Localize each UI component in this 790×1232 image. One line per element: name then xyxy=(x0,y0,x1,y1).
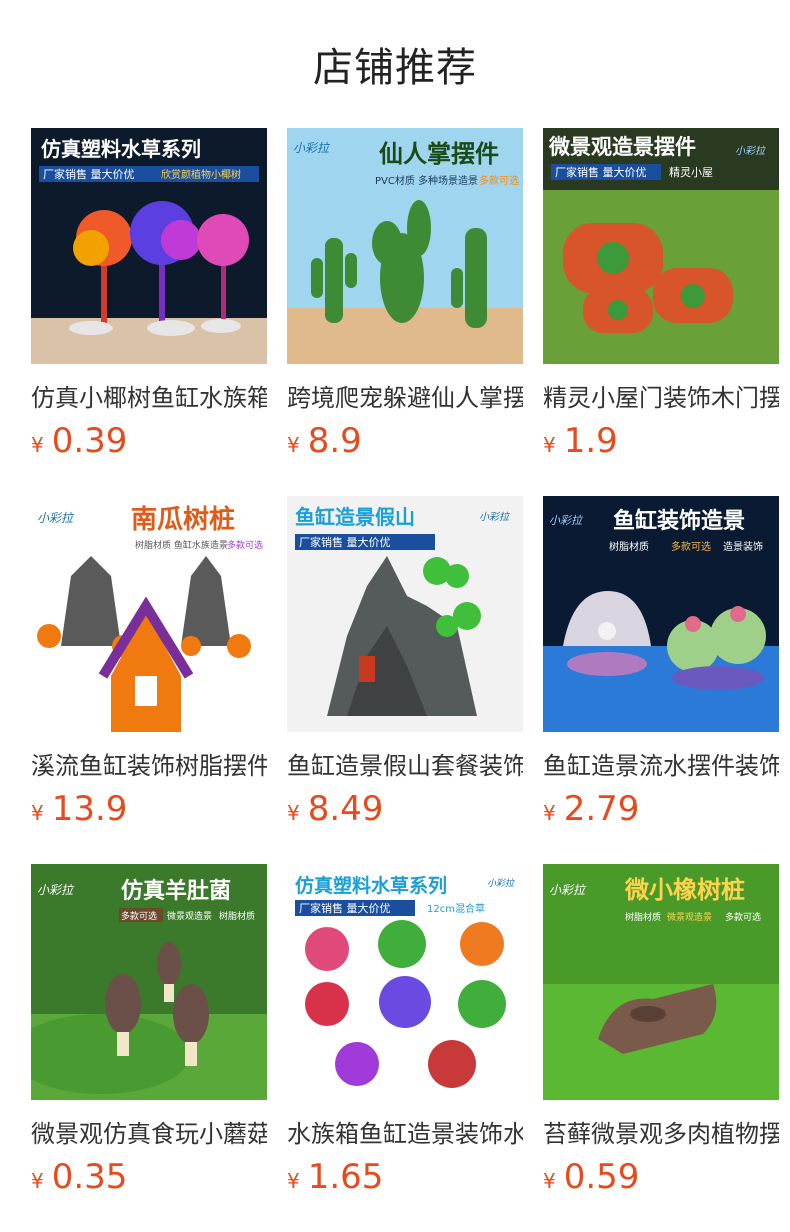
banner-subtitle: 树脂材质 xyxy=(219,910,255,922)
brand-logo: 小彩拉 xyxy=(37,511,75,525)
banner-subtitle: 造景装饰 xyxy=(723,540,763,553)
banner-subtitle: 厂家销售 量大价优 xyxy=(299,535,391,549)
product-price: ¥ 8.49 xyxy=(287,789,523,829)
brand-logo: 小彩拉 xyxy=(487,878,515,889)
currency-symbol: ¥ xyxy=(287,1169,300,1193)
price-amount: 0.35 xyxy=(51,1157,128,1197)
product-price: ¥ 0.35 xyxy=(31,1157,267,1197)
product-price: ¥ 13.9 xyxy=(31,789,267,829)
banner-subtitle: 多款可选 xyxy=(479,174,519,187)
product-card[interactable]: 微景观造景摆件 小彩拉 厂家销售 量大价优 精灵小屋 精灵小屋门装饰木门摆件 xyxy=(543,128,779,461)
currency-symbol: ¥ xyxy=(31,1169,44,1193)
banner-headline: 微景观造景摆件 xyxy=(548,135,696,159)
product-image[interactable]: 小彩拉 仿真羊肚菌 多款可选 微景观造景 树脂材质 xyxy=(31,864,267,1100)
banner-headline: 南瓜树桩 xyxy=(131,504,235,535)
product-card[interactable]: 仿真塑料水草系列 厂家销售 量大价优 欣赏颜植物小椰树 仿真小椰树鱼缸水族箱 ¥… xyxy=(31,128,267,461)
product-name[interactable]: 仿真小椰树鱼缸水族箱造景装饰 xyxy=(31,378,267,413)
banner-subtitle: 厂家销售 量大价优 xyxy=(43,167,135,181)
brand-logo: 小彩拉 xyxy=(549,514,584,527)
product-name[interactable]: 鱼缸造景假山套餐装饰 xyxy=(287,746,523,781)
product-name[interactable]: 溪流鱼缸装饰树脂摆件 xyxy=(31,746,267,781)
product-image[interactable]: 小彩拉 微小橡树桩 树脂材质 微景观造景 多款可选 xyxy=(543,864,779,1100)
price-amount: 8.9 xyxy=(307,421,362,461)
product-card[interactable]: 仿真塑料水草系列 小彩拉 厂家销售 量大价优 12cm混合草 水族箱鱼缸造景装饰… xyxy=(287,864,523,1197)
banner-subtitle: 欣赏颜植物小椰树 xyxy=(161,168,241,181)
banner-subtitle: 多款可选 xyxy=(121,910,157,922)
product-card[interactable]: 小彩拉 仿真羊肚菌 多款可选 微景观造景 树脂材质 微景观仿真食玩小蘑菇 ¥ 0… xyxy=(31,864,267,1197)
brand-logo: 小彩拉 xyxy=(37,883,75,897)
currency-symbol: ¥ xyxy=(543,433,556,457)
product-image[interactable]: 鱼缸造景假山 小彩拉 厂家销售 量大价优 xyxy=(287,496,523,732)
product-image[interactable]: 小彩拉 南瓜树桩 树脂材质 鱼缸水族造景 多款可选 xyxy=(31,496,267,732)
product-image[interactable]: 小彩拉 仙人掌摆件 PVC材质 多种场景造景 多款可选 xyxy=(287,128,523,364)
product-name[interactable]: 鱼缸造景流水摆件装饰 xyxy=(543,746,779,781)
banner-headline: 仿真塑料水草系列 xyxy=(295,874,447,897)
brand-logo: 小彩拉 xyxy=(293,141,331,155)
banner-subtitle: 厂家销售 量大价优 xyxy=(299,901,391,915)
product-price: ¥ 0.59 xyxy=(543,1157,779,1197)
banner-subtitle: PVC材质 多种场景造景 xyxy=(375,174,478,187)
product-name[interactable]: 微景观仿真食玩小蘑菇 xyxy=(31,1114,267,1149)
banner-subtitle: 多款可选 xyxy=(227,539,263,551)
product-price: ¥ 0.39 xyxy=(31,421,267,461)
brand-logo: 小彩拉 xyxy=(549,883,587,897)
currency-symbol: ¥ xyxy=(287,801,300,825)
banner-headline: 仙人掌摆件 xyxy=(379,140,499,168)
banner-subtitle: 树脂材质 xyxy=(609,540,649,553)
product-price: ¥ 2.79 xyxy=(543,789,779,829)
price-amount: 0.39 xyxy=(51,421,128,461)
banner-headline: 鱼缸装饰造景 xyxy=(613,508,745,534)
product-image[interactable]: 微景观造景摆件 小彩拉 厂家销售 量大价优 精灵小屋 xyxy=(543,128,779,364)
product-price: ¥ 1.65 xyxy=(287,1157,523,1197)
product-image[interactable]: 仿真塑料水草系列 厂家销售 量大价优 欣赏颜植物小椰树 xyxy=(31,128,267,364)
price-amount: 1.9 xyxy=(563,421,618,461)
product-card[interactable]: 小彩拉 鱼缸装饰造景 树脂材质 多款可选 造景装饰 鱼缸造景流水摆件装饰 ¥ 2… xyxy=(543,496,779,829)
currency-symbol: ¥ xyxy=(31,433,44,457)
page-title: 店铺推荐 xyxy=(313,45,477,91)
banner-subtitle: 微景观造景 xyxy=(667,911,712,923)
banner-headline: 仿真塑料水草系列 xyxy=(41,137,201,161)
product-card[interactable]: 小彩拉 南瓜树桩 树脂材质 鱼缸水族造景 多款可选 溪流鱼缸装饰树脂摆件 ¥ 1… xyxy=(31,496,267,829)
banner-headline: 鱼缸造景假山 xyxy=(295,505,415,529)
product-name[interactable]: 苔藓微景观多肉植物摆件 xyxy=(543,1114,779,1149)
banner-subtitle: 多款可选 xyxy=(671,540,711,553)
price-amount: 8.49 xyxy=(307,789,384,829)
banner-subtitle: 12cm混合草 xyxy=(427,902,485,915)
banner-subtitle: 精灵小屋 xyxy=(669,166,713,179)
banner-subtitle: 树脂材质 xyxy=(625,911,661,923)
banner-headline: 微小橡树桩 xyxy=(624,876,745,904)
banner-headline: 仿真羊肚菌 xyxy=(121,878,231,904)
currency-symbol: ¥ xyxy=(543,1169,556,1193)
product-image[interactable]: 小彩拉 鱼缸装饰造景 树脂材质 多款可选 造景装饰 xyxy=(543,496,779,732)
banner-subtitle: 厂家销售 量大价优 xyxy=(555,165,647,179)
currency-symbol: ¥ xyxy=(287,433,300,457)
product-image[interactable]: 仿真塑料水草系列 小彩拉 厂家销售 量大价优 12cm混合草 xyxy=(287,864,523,1100)
price-amount: 13.9 xyxy=(51,789,128,829)
price-amount: 0.59 xyxy=(563,1157,640,1197)
currency-symbol: ¥ xyxy=(543,801,556,825)
banner-subtitle: 微景观造景 xyxy=(167,910,212,922)
product-name[interactable]: 水族箱鱼缸造景装饰水草 xyxy=(287,1114,523,1149)
product-name[interactable]: 跨境爬宠躲避仙人掌摆件 xyxy=(287,378,523,413)
product-card[interactable]: 小彩拉 微小橡树桩 树脂材质 微景观造景 多款可选 苔藓微景观多肉植物摆件 ¥ … xyxy=(543,864,779,1197)
product-card[interactable]: 小彩拉 仙人掌摆件 PVC材质 多种场景造景 多款可选 跨境爬宠躲避仙人掌摆件 … xyxy=(287,128,523,461)
product-card[interactable]: 鱼缸造景假山 小彩拉 厂家销售 量大价优 鱼缸造景假山套餐装饰 ¥ 8.49 xyxy=(287,496,523,829)
banner-subtitle: 多款可选 xyxy=(725,911,761,923)
price-amount: 2.79 xyxy=(563,789,640,829)
brand-logo: 小彩拉 xyxy=(735,145,767,157)
product-price: ¥ 1.9 xyxy=(543,421,779,461)
banner-subtitle: 树脂材质 鱼缸水族造景 xyxy=(135,539,228,551)
product-price: ¥ 8.9 xyxy=(287,421,523,461)
price-amount: 1.65 xyxy=(307,1157,384,1197)
currency-symbol: ¥ xyxy=(31,801,44,825)
brand-logo: 小彩拉 xyxy=(479,511,511,523)
product-name[interactable]: 精灵小屋门装饰木门摆件 xyxy=(543,378,779,413)
